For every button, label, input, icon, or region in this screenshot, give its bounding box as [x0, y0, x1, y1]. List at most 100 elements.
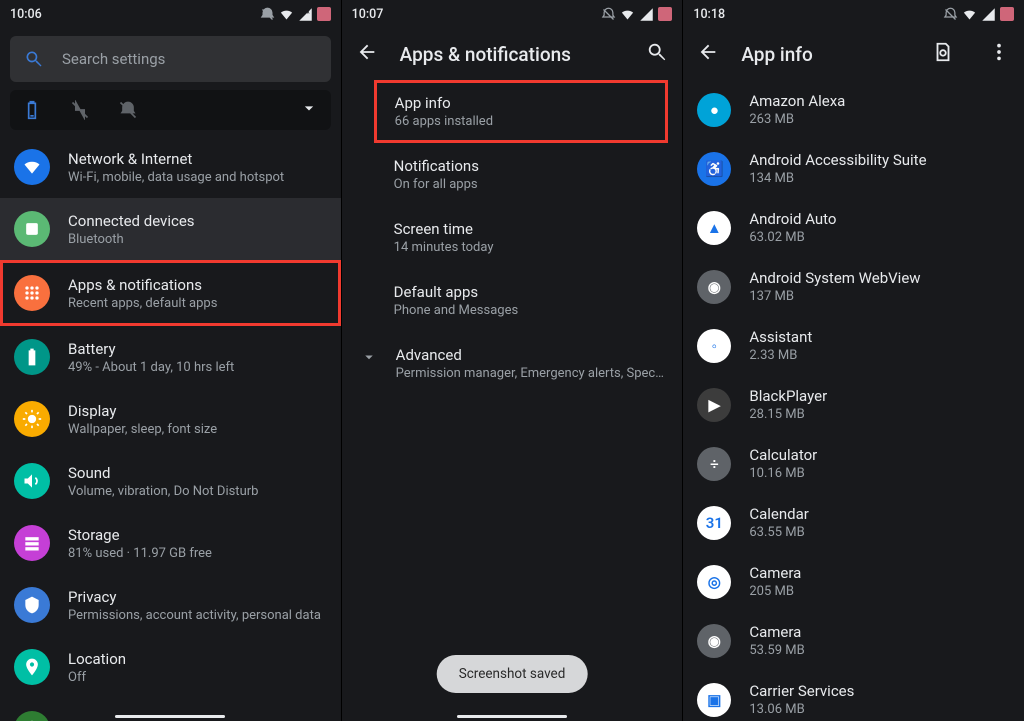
overflow-button[interactable]	[988, 41, 1010, 67]
chevron-down-icon[interactable]	[299, 98, 319, 122]
signal-icon	[639, 7, 654, 22]
item-title: Notifications	[394, 157, 659, 175]
advanced-sub: Permission manager, Emergency alerts, Sp…	[396, 366, 666, 381]
wifi-icon	[962, 7, 977, 22]
back-button[interactable]	[356, 41, 378, 67]
display-icon	[14, 401, 50, 437]
app-name: Camera	[749, 564, 801, 582]
connected-icon	[14, 211, 50, 247]
settings-item-title: Network & Internet	[68, 150, 284, 168]
app-icon: ◉	[697, 270, 731, 304]
app-size: 63.55 MB	[749, 525, 809, 540]
settings-item-connected[interactable]: Connected devicesBluetooth	[0, 198, 341, 260]
settings-item-apps[interactable]: Apps & notifications Recent apps, default…	[0, 260, 341, 326]
settings-item-battery[interactable]: Battery49% - About 1 day, 10 hrs left	[0, 326, 341, 388]
settings-item-sub: 49% - About 1 day, 10 hrs left	[68, 360, 234, 375]
settings-item-display[interactable]: DisplayWallpaper, sleep, font size	[0, 388, 341, 450]
item-sub: 66 apps installed	[395, 114, 648, 129]
settings-item-sub: Recent apps, default apps	[68, 296, 217, 311]
back-button[interactable]	[697, 41, 719, 67]
arrow-back-icon	[356, 41, 378, 63]
item-title: Screen time	[394, 220, 659, 238]
item-sub: On for all apps	[394, 177, 659, 192]
app-item[interactable]: ◎ Camera 205 MB	[683, 552, 1024, 611]
app-item[interactable]: ◉Android System WebView137 MB	[683, 257, 1024, 316]
app-size: 28.15 MB	[749, 407, 827, 422]
settings-item-sound[interactable]: SoundVolume, vibration, Do Not Disturb	[0, 450, 341, 512]
advanced-title: Advanced	[396, 346, 666, 364]
settings-item-title: Apps & notifications	[68, 276, 217, 294]
status-bar: 10:06 x	[0, 0, 341, 28]
settings-item-title: Location	[68, 650, 126, 668]
settings-item-storage[interactable]: Storage81% used · 11.97 GB free	[0, 512, 341, 574]
settings-item-sub: 81% used · 11.97 GB free	[68, 546, 212, 561]
app-icon: ÷	[697, 447, 731, 481]
filter-button[interactable]	[932, 41, 954, 67]
app-icon: ◦	[697, 329, 731, 363]
app-item[interactable]: ◦Assistant2.33 MB	[683, 316, 1024, 375]
app-item[interactable]: ▣ Carrier Services 13.06 MB	[683, 670, 1024, 721]
app-icon: ◎	[697, 565, 731, 599]
apps-icon	[14, 275, 50, 311]
settings-item-location[interactable]: LocationOff	[0, 636, 341, 698]
app-name: Camera	[749, 623, 804, 641]
chevron-down-icon	[360, 346, 378, 370]
settings-item-sub: Permissions, account activity, personal …	[68, 608, 321, 623]
app-item[interactable]: ●Amazon Alexa263 MB	[683, 80, 1024, 139]
settings-item-sub: Wi-Fi, mobile, data usage and hotspot	[68, 170, 284, 185]
apps-item-appinfo[interactable]: App info 66 apps installed	[374, 80, 669, 143]
settings-item-title: Display	[68, 402, 217, 420]
app-name: Carrier Services	[749, 682, 854, 700]
settings-item-privacy[interactable]: Privacy Permissions, account activity, pe…	[0, 574, 341, 636]
arrow-back-icon	[697, 41, 719, 63]
item-sub: Phone and Messages	[394, 303, 659, 318]
signal-icon: x	[298, 7, 313, 22]
search-placeholder: Search settings	[62, 50, 165, 68]
app-size: 13.06 MB	[749, 702, 854, 717]
item-sub: 14 minutes today	[394, 240, 659, 255]
privacy-icon	[14, 587, 50, 623]
app-item[interactable]: ◉Camera53.59 MB	[683, 611, 1024, 670]
app-name: Calculator	[749, 446, 817, 464]
app-item[interactable]: ▶BlackPlayer28.15 MB	[683, 375, 1024, 434]
apps-item-notifs[interactable]: Notifications On for all apps	[342, 143, 683, 206]
quick-settings-row[interactable]	[10, 90, 331, 130]
app-icon: ▲	[697, 211, 731, 245]
app-item[interactable]: ÷Calculator10.16 MB	[683, 434, 1024, 493]
signal-icon	[981, 7, 996, 22]
app-item[interactable]: ♿Android Accessibility Suite134 MB	[683, 139, 1024, 198]
app-name: Android Auto	[749, 210, 836, 228]
storage-icon	[14, 525, 50, 561]
header: Apps & notifications	[342, 28, 683, 80]
status-clock: 10:18	[693, 7, 725, 22]
search-button[interactable]	[646, 41, 668, 67]
app-item[interactable]: ▲Android Auto63.02 MB	[683, 198, 1024, 257]
apps-item-screentime[interactable]: Screen time 14 minutes today	[342, 206, 683, 269]
search-input[interactable]: Search settings	[10, 36, 331, 82]
status-icons	[601, 7, 672, 22]
dnd-icon	[943, 7, 958, 22]
advanced-item[interactable]: Advanced Permission manager, Emergency a…	[342, 332, 683, 395]
status-icons	[943, 7, 1014, 22]
page-title: App info	[741, 43, 910, 66]
app-icon: ▶	[697, 388, 731, 422]
app-icon: ●	[697, 93, 731, 127]
security-icon	[14, 711, 50, 721]
search-icon	[24, 49, 44, 69]
app-item[interactable]: 31Calendar63.55 MB	[683, 493, 1024, 552]
app-icon: ♿	[697, 152, 731, 186]
item-title: App info	[395, 94, 648, 112]
settings-item-network[interactable]: Network & Internet Wi-Fi, mobile, data us…	[0, 136, 341, 198]
status-bar: 10:18	[683, 0, 1024, 28]
app-size: 137 MB	[749, 289, 920, 304]
settings-item-title: Connected devices	[68, 212, 195, 230]
status-icons: x	[260, 7, 331, 22]
app-size: 2.33 MB	[749, 348, 812, 363]
battery-icon	[658, 7, 672, 21]
apps-item-default[interactable]: Default appsPhone and Messages	[342, 269, 683, 332]
settings-item-title: Privacy	[68, 588, 321, 606]
app-size: 205 MB	[749, 584, 801, 599]
app-icon: ▣	[697, 683, 731, 717]
wifi-icon	[279, 7, 294, 22]
dnd-icon	[260, 7, 275, 22]
